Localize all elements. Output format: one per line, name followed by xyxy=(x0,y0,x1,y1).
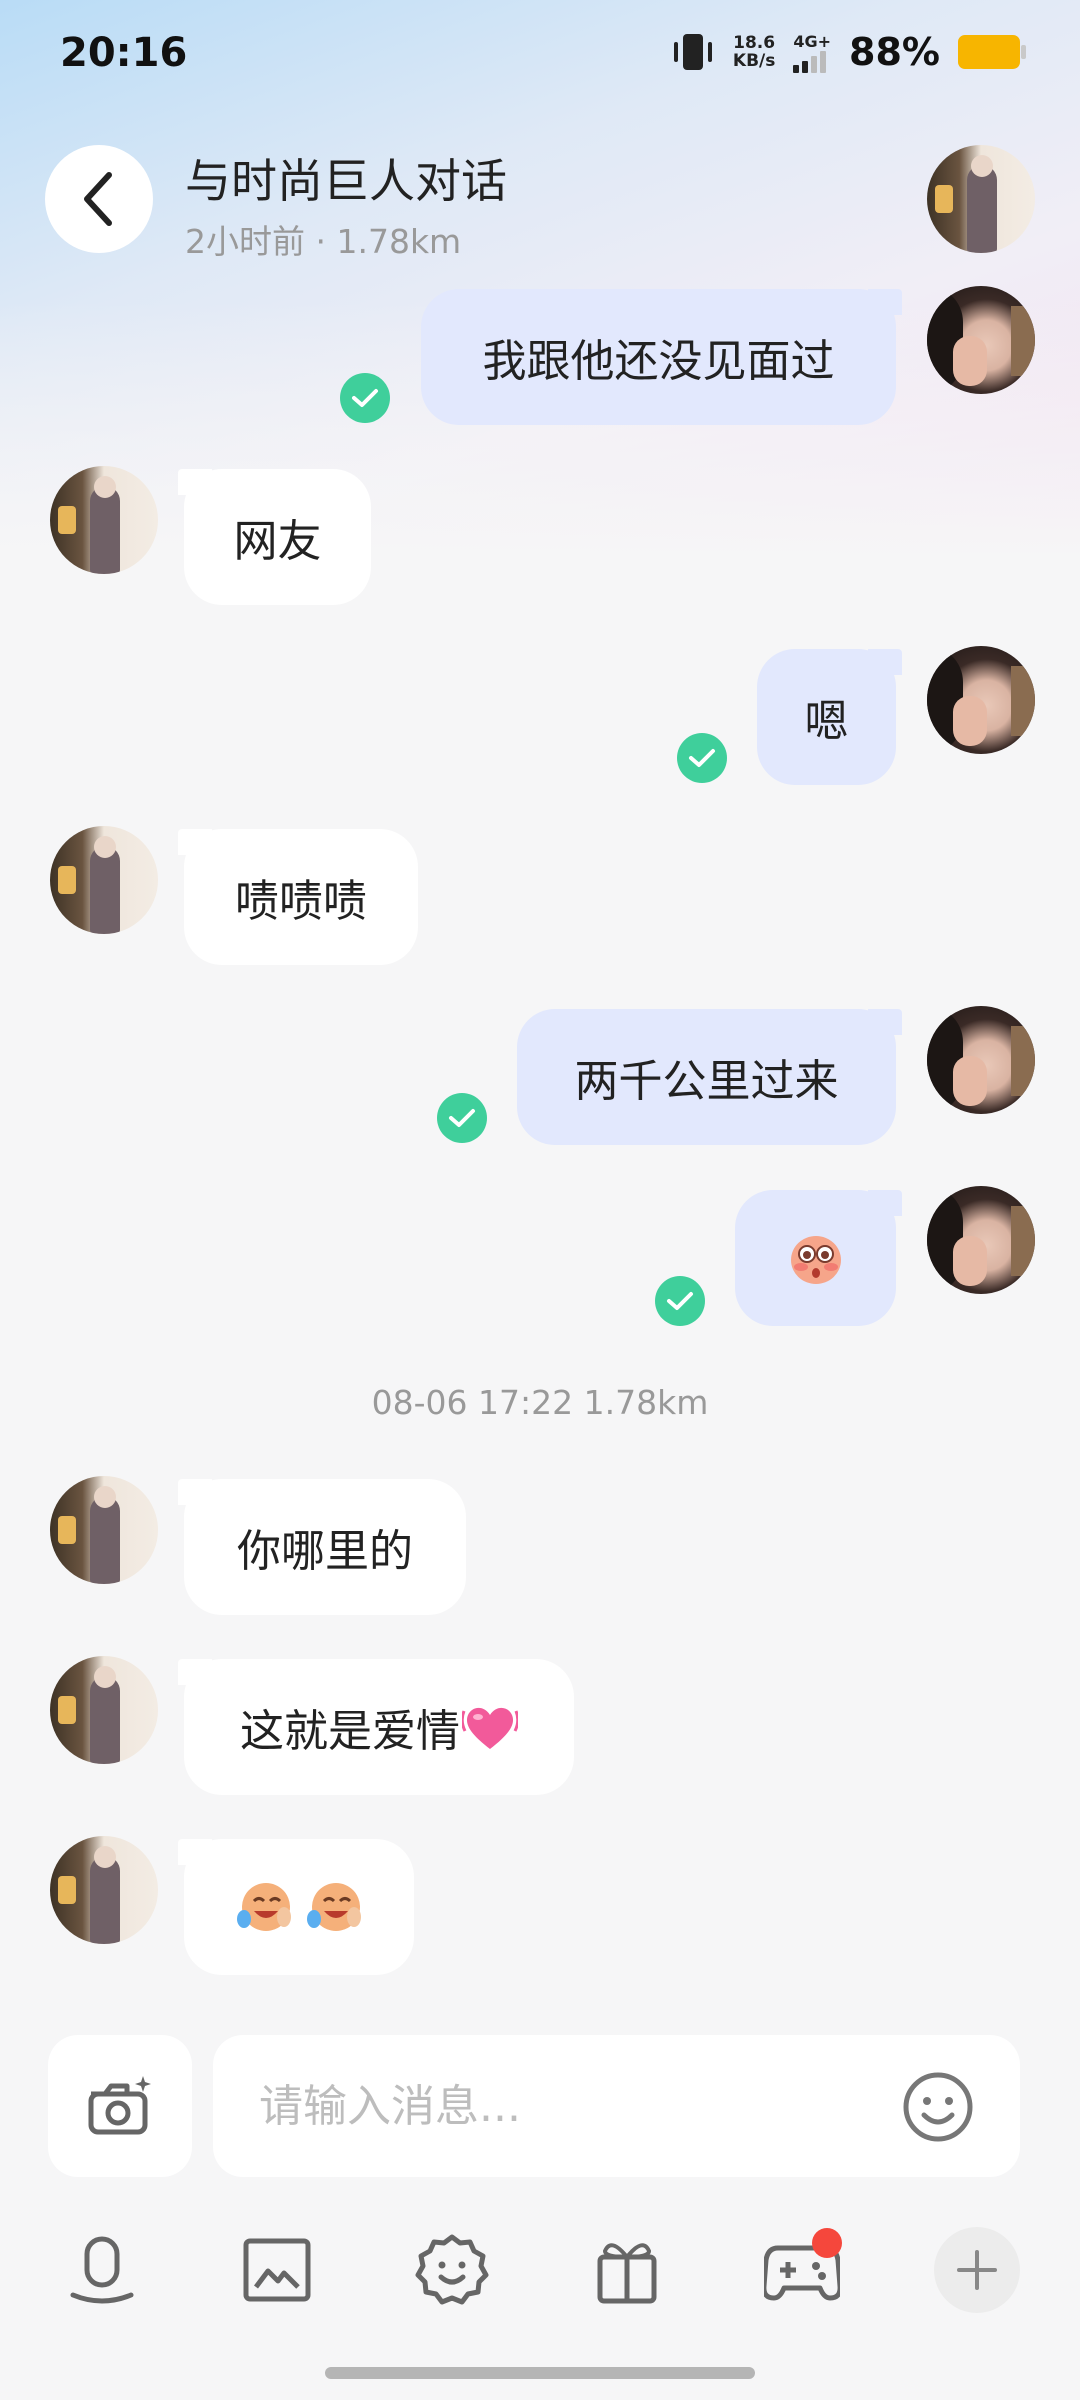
my-avatar[interactable] xyxy=(927,1006,1035,1114)
plus-icon xyxy=(957,2250,997,2290)
message-text: 网友 xyxy=(233,516,322,567)
message-text: 啧啧啧 xyxy=(235,876,367,927)
my-avatar[interactable] xyxy=(927,1186,1035,1294)
contact-avatar[interactable] xyxy=(50,466,158,574)
game-button[interactable] xyxy=(752,2220,852,2320)
battery-percent: 88% xyxy=(849,30,940,74)
contact-avatar[interactable] xyxy=(50,1476,158,1584)
message-text: 你哪里的 xyxy=(237,1526,413,1577)
image-button[interactable] xyxy=(227,2220,327,2320)
message-bubble-outgoing[interactable]: 我跟他还没见面过 xyxy=(421,289,902,425)
read-check-icon xyxy=(655,1276,705,1326)
message-bubble-incoming[interactable]: 你哪里的 xyxy=(178,1479,466,1615)
gift-icon xyxy=(597,2243,657,2304)
message-text: 两千公里过来 xyxy=(574,1056,839,1107)
chat-toolbar xyxy=(0,2220,1080,2320)
gift-button[interactable] xyxy=(577,2220,677,2320)
cellular-signal: 4G+ xyxy=(793,32,831,73)
contact-avatar[interactable] xyxy=(927,145,1035,253)
network-speed: 18.6 KB/s xyxy=(733,34,775,70)
status-time: 20:16 xyxy=(60,30,188,76)
network-speed-unit: KB/s xyxy=(732,51,776,71)
message-input-container xyxy=(213,2035,1020,2177)
home-indicator[interactable] xyxy=(325,2367,755,2379)
laughing-crying-face-icon xyxy=(307,1883,361,1931)
contact-avatar[interactable] xyxy=(50,826,158,934)
blushing-face-sticker-icon xyxy=(790,1236,841,1284)
network-speed-value: 18.6 xyxy=(733,33,776,53)
sticker-icon xyxy=(415,2234,489,2305)
message-text: 这就是爱情 xyxy=(240,1706,460,1757)
network-type: 4G+ xyxy=(793,31,832,51)
chat-subtitle: 2小时前 · 1.78km xyxy=(185,222,462,261)
signal-bars-icon xyxy=(793,50,827,73)
read-check-icon xyxy=(437,1093,487,1143)
read-check-icon xyxy=(340,373,390,423)
message-bubble-incoming[interactable] xyxy=(178,1839,414,1975)
mic-icon xyxy=(70,2236,134,2304)
chevron-left-icon xyxy=(84,172,112,226)
vibrate-icon xyxy=(671,32,715,72)
notification-dot xyxy=(812,2228,842,2258)
message-text: 嗯 xyxy=(804,696,849,747)
image-icon xyxy=(243,2238,311,2302)
camera-button[interactable] xyxy=(48,2035,192,2177)
contact-avatar[interactable] xyxy=(50,1656,158,1764)
message-text: 我跟他还没见面过 xyxy=(482,336,835,387)
battery-icon xyxy=(958,35,1026,69)
message-input[interactable] xyxy=(259,2071,859,2141)
message-timestamp: 08-06 17:22 1.78km xyxy=(371,1383,709,1422)
message-bubble-outgoing[interactable]: 嗯 xyxy=(757,649,902,785)
status-indicators: 18.6 KB/s 4G+ 88% xyxy=(671,30,1026,74)
emoji-icon[interactable] xyxy=(902,2071,974,2143)
my-avatar[interactable] xyxy=(927,286,1035,394)
pink-heart-icon xyxy=(462,1707,518,1749)
my-avatar[interactable] xyxy=(927,646,1035,754)
plus-button-circle xyxy=(934,2227,1020,2313)
read-check-icon xyxy=(677,733,727,783)
message-bubble-outgoing[interactable]: 两千公里过来 xyxy=(517,1009,902,1145)
chat-title: 与时尚巨人对话 xyxy=(185,154,507,208)
message-bubble-incoming[interactable]: 这就是爱情 xyxy=(178,1659,574,1795)
message-bubble-incoming[interactable]: 网友 xyxy=(178,469,371,605)
more-button[interactable] xyxy=(927,2220,1027,2320)
status-bar: 20:16 18.6 KB/s 4G+ 88% xyxy=(0,0,1080,110)
laughing-crying-face-icon xyxy=(237,1883,291,1931)
sticker-button[interactable] xyxy=(402,2220,502,2320)
camera-icon xyxy=(88,2076,151,2135)
back-button[interactable] xyxy=(45,145,153,253)
message-bubble-outgoing[interactable] xyxy=(735,1190,902,1326)
contact-avatar[interactable] xyxy=(50,1836,158,1944)
message-bubble-incoming[interactable]: 啧啧啧 xyxy=(178,829,418,965)
voice-button[interactable] xyxy=(52,2220,152,2320)
